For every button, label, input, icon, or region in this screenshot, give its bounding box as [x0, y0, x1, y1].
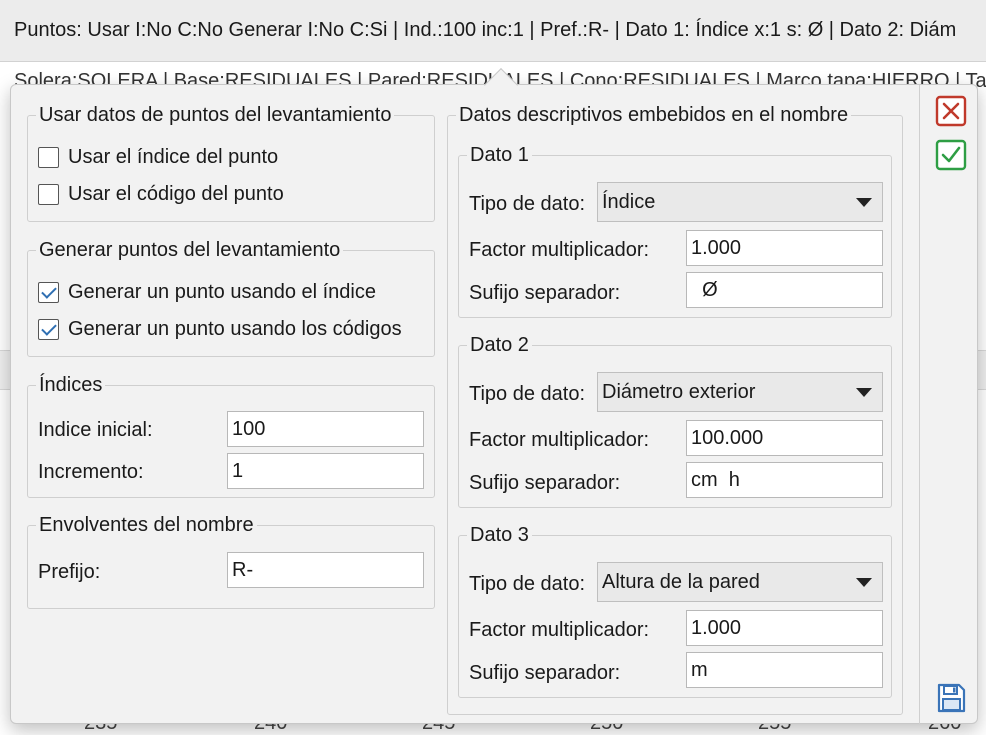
floppy-disk-icon[interactable]: [935, 682, 967, 714]
checkbox-box[interactable]: [38, 319, 59, 340]
prefix-input[interactable]: R-: [227, 552, 424, 588]
suffix-label: Sufijo separador:: [469, 472, 621, 494]
save-button[interactable]: [935, 682, 967, 714]
suffix-label: Sufijo separador:: [469, 282, 621, 304]
chevron-down-icon[interactable]: [846, 373, 882, 411]
chevron-down-icon[interactable]: [846, 563, 882, 601]
group-title: Usar datos de puntos del levantamiento: [36, 102, 395, 128]
type-label: Tipo de dato:: [469, 193, 586, 215]
close-x-icon[interactable]: [935, 95, 967, 127]
data-item-1-group: Dato 1 Tipo de dato: Índice Factor multi…: [458, 142, 892, 318]
checkbox-box[interactable]: [38, 147, 59, 168]
start-index-input[interactable]: 100: [227, 411, 424, 447]
type-label: Tipo de dato:: [469, 573, 586, 595]
chevron-down-icon[interactable]: [846, 183, 882, 221]
group-title: Índices: [36, 372, 106, 398]
checkbox-label: Generar un punto usando los códigos: [68, 318, 402, 340]
factor-label: Factor multiplicador:: [469, 619, 650, 641]
type-select[interactable]: Altura de la pared: [597, 562, 883, 602]
embedded-data-group: Datos descriptivos embebidos en el nombr…: [447, 102, 903, 715]
point-naming-dialog: Usar datos de puntos del levantamiento U…: [10, 68, 978, 725]
checkbox-box[interactable]: [38, 184, 59, 205]
suffix-input[interactable]: Ø: [686, 272, 883, 308]
data-item-title: Dato 3: [467, 522, 532, 548]
status-text: Puntos: Usar I:No C:No Generar I:No C:Si…: [14, 19, 957, 41]
increment-label: Incremento:: [38, 461, 144, 483]
check-icon[interactable]: [935, 139, 967, 171]
name-wrappers-group: Envolventes del nombre Prefijo: R-: [27, 512, 435, 609]
group-title: Envolventes del nombre: [36, 512, 257, 538]
prefix-label: Prefijo:: [38, 561, 101, 583]
group-title: Generar puntos del levantamiento: [36, 237, 344, 263]
type-select[interactable]: Índice: [597, 182, 883, 222]
type-select-value: Índice: [602, 191, 656, 213]
generate-codes-checkbox[interactable]: Generar un punto usando los códigos: [38, 318, 402, 341]
use-index-checkbox[interactable]: Usar el índice del punto: [38, 146, 278, 169]
type-select-value: Altura de la pared: [602, 571, 760, 593]
action-separator: [919, 85, 920, 725]
type-select-value: Diámetro exterior: [602, 381, 756, 403]
checkbox-box[interactable]: [38, 282, 59, 303]
increment-input[interactable]: 1: [227, 453, 424, 489]
data-item-title: Dato 2: [467, 332, 532, 358]
data-item-3-group: Dato 3 Tipo de dato: Altura de la pared …: [458, 522, 892, 698]
checkbox-label: Usar el índice del punto: [68, 146, 279, 168]
generate-points-group: Generar puntos del levantamiento Generar…: [27, 237, 435, 357]
factor-input[interactable]: 1.000: [686, 610, 883, 646]
group-title: Datos descriptivos embebidos en el nombr…: [456, 102, 852, 128]
suffix-input[interactable]: cm h: [686, 462, 883, 498]
suffix-label: Sufijo separador:: [469, 662, 621, 684]
data-item-2-group: Dato 2 Tipo de dato: Diámetro exterior F…: [458, 332, 892, 508]
factor-input[interactable]: 100.000: [686, 420, 883, 456]
factor-label: Factor multiplicador:: [469, 429, 650, 451]
survey-data-group: Usar datos de puntos del levantamiento U…: [27, 102, 435, 222]
generate-index-checkbox[interactable]: Generar un punto usando el índice: [38, 281, 376, 304]
factor-label: Factor multiplicador:: [469, 239, 650, 261]
factor-input[interactable]: 1.000: [686, 230, 883, 266]
type-label: Tipo de dato:: [469, 383, 586, 405]
type-select[interactable]: Diámetro exterior: [597, 372, 883, 412]
use-code-checkbox[interactable]: Usar el código del punto: [38, 183, 284, 206]
checkbox-label: Generar un punto usando el índice: [68, 281, 376, 303]
suffix-input[interactable]: m: [686, 652, 883, 688]
checkbox-label: Usar el código del punto: [68, 183, 284, 205]
start-index-label: Indice inicial:: [38, 419, 153, 441]
status-bar: Puntos: Usar I:No C:No Generar I:No C:Si…: [0, 0, 986, 62]
data-item-title: Dato 1: [467, 142, 532, 168]
indices-group: Índices Indice inicial: 100 Incremento: …: [27, 372, 435, 498]
accept-button[interactable]: [935, 139, 967, 171]
cancel-button[interactable]: [935, 95, 967, 127]
